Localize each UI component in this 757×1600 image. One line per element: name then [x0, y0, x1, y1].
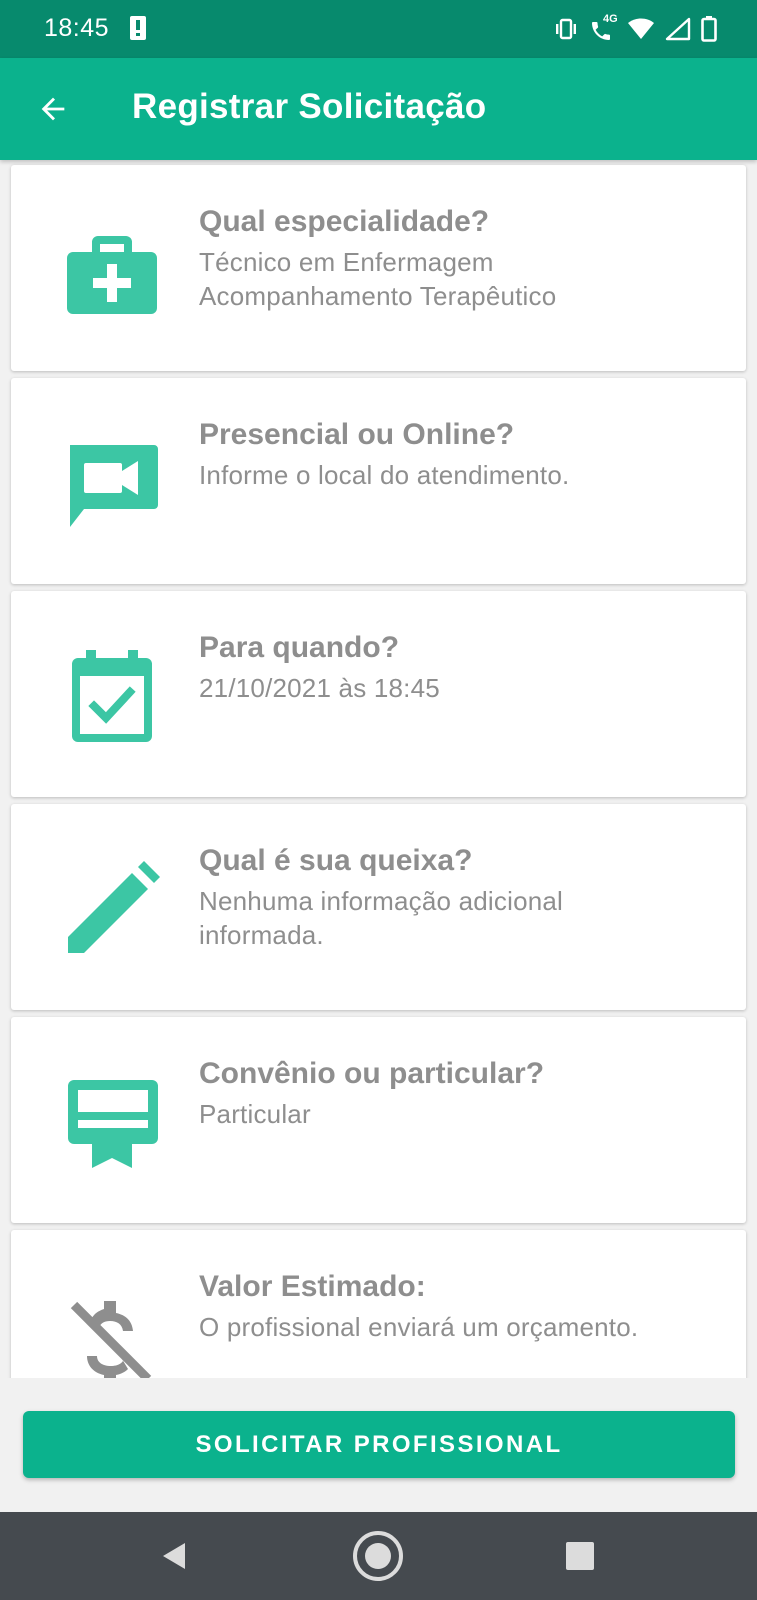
- card-title: Convênio ou particular?: [199, 1057, 545, 1090]
- card-value: 21/10/2021 às 18:45: [199, 671, 722, 705]
- button-area: SOLICITAR PROFISSIONAL: [0, 1378, 757, 1512]
- payment-card[interactable]: Convênio ou particular? Particular: [11, 1017, 746, 1223]
- estimate-card[interactable]: Valor Estimado: O profissional enviará u…: [11, 1230, 746, 1378]
- system-nav-bar: [0, 1512, 757, 1600]
- wifi-icon: [628, 18, 654, 39]
- card-value-line: Informe o local do atendimento.: [199, 460, 570, 490]
- arrow-back-icon: [41, 97, 65, 121]
- nav-recents-button[interactable]: [548, 1524, 612, 1588]
- nav-home-button[interactable]: [346, 1524, 410, 1588]
- card-membership-icon: [57, 1067, 167, 1177]
- card-value-line: 21/10/2021 às 18:45: [199, 673, 440, 703]
- back-button[interactable]: [28, 84, 78, 134]
- card-value-line: Nenhuma informação adicional: [199, 886, 564, 916]
- alert-icon: [130, 16, 146, 40]
- app-bar: Registrar Solicitação: [0, 58, 757, 160]
- specialty-card[interactable]: Qual especialidade? Técnico em Enfermage…: [11, 165, 746, 371]
- recents-square-icon: [566, 1542, 594, 1570]
- pencil-icon: [57, 854, 167, 964]
- status-icons: 4G: [553, 13, 717, 44]
- network-type-label: 4G: [603, 13, 618, 25]
- signal-icon: [665, 17, 691, 41]
- card-value-line: Particular: [199, 1099, 311, 1129]
- card-title: Qual especialidade?: [199, 205, 490, 238]
- card-value: O profissional enviará um orçamento.: [199, 1310, 722, 1344]
- battery-icon: [701, 16, 717, 42]
- card-title: Qual é sua queixa?: [199, 844, 473, 877]
- page-title: Registrar Solicitação: [132, 87, 487, 126]
- phone-screen: 18:45 4G Registrar Solicitação Qual espe…: [0, 0, 757, 1600]
- video-chat-icon: [57, 428, 167, 538]
- request-form-list: Qual especialidade? Técnico em Enfermage…: [0, 160, 757, 1378]
- card-value: Nenhuma informação adicional informada.: [199, 884, 722, 952]
- card-value: Informe o local do atendimento.: [199, 458, 722, 492]
- card-title: Presencial ou Online?: [199, 418, 515, 451]
- home-circle-icon: [353, 1531, 403, 1581]
- card-value-line: Acompanhamento Terapêutico: [199, 281, 557, 311]
- back-triangle-icon: [163, 1543, 185, 1569]
- card-value: Particular: [199, 1097, 722, 1131]
- vibrate-icon: [556, 18, 576, 40]
- calendar-check-icon: [57, 641, 167, 751]
- date-card[interactable]: Para quando? 21/10/2021 às 18:45: [11, 591, 746, 797]
- card-title: Para quando?: [199, 631, 400, 664]
- card-value-line: informada.: [199, 920, 324, 950]
- card-value-line: O profissional enviará um orçamento.: [199, 1312, 639, 1342]
- card-value: Técnico em Enfermagem Acompanhamento Ter…: [199, 245, 722, 313]
- status-bar: 18:45 4G: [0, 0, 757, 58]
- modality-card[interactable]: Presencial ou Online? Informe o local do…: [11, 378, 746, 584]
- status-time: 18:45: [44, 14, 110, 42]
- nav-back-button[interactable]: [142, 1524, 206, 1588]
- medical-kit-icon: [57, 215, 167, 325]
- card-value-line: Técnico em Enfermagem: [199, 247, 494, 277]
- card-title: Valor Estimado:: [199, 1270, 426, 1303]
- request-professional-button[interactable]: SOLICITAR PROFISSIONAL: [23, 1411, 735, 1478]
- money-off-icon: [57, 1280, 167, 1378]
- wifi-calling-icon: 4G: [589, 13, 618, 43]
- complaint-card[interactable]: Qual é sua queixa? Nenhuma informação ad…: [11, 804, 746, 1010]
